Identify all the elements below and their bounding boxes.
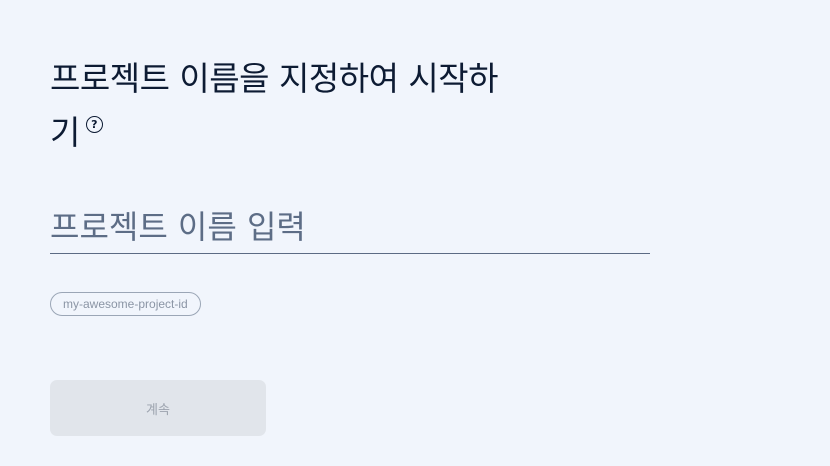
- page-title-text: 프로젝트 이름을 지정하여 시작하기: [50, 59, 499, 152]
- continue-button[interactable]: 계속: [50, 380, 266, 436]
- project-name-input[interactable]: [50, 200, 650, 254]
- help-icon[interactable]: ?: [85, 116, 103, 133]
- page-title: 프로젝트 이름을 지정하여 시작하기?: [50, 52, 520, 160]
- project-id-chip: my-awesome-project-id: [50, 292, 201, 316]
